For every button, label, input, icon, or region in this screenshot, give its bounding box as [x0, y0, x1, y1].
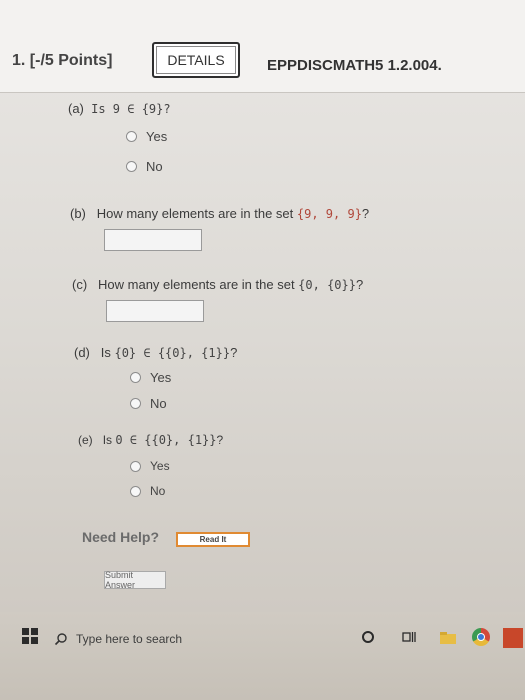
- windows-start-icon[interactable]: [22, 628, 38, 644]
- office-app-icon[interactable]: [503, 628, 523, 648]
- search-icon: [54, 633, 67, 646]
- chrome-icon[interactable]: [472, 628, 490, 646]
- part-d-question: (d) Is {0} ∈ {{0}, {1}}?: [74, 345, 238, 360]
- part-e-option-yes[interactable]: Yes: [130, 459, 170, 473]
- part-e-option-no[interactable]: No: [130, 484, 165, 498]
- part-b-answer-input[interactable]: [104, 229, 202, 251]
- need-help-label: Need Help?: [82, 529, 160, 545]
- part-a-option-no[interactable]: No: [126, 159, 163, 174]
- submit-answer-button[interactable]: Submit Answer: [104, 570, 166, 590]
- read-it-button[interactable]: Read It: [176, 532, 250, 547]
- task-view-icon[interactable]: [402, 631, 416, 643]
- part-d-option-no[interactable]: No: [130, 396, 167, 411]
- part-e-question: (e) Is 0 ∈ {{0}, {1}}?: [78, 433, 224, 447]
- radio-button[interactable]: [126, 161, 137, 172]
- part-d-option-yes[interactable]: Yes: [130, 370, 171, 385]
- cortana-icon[interactable]: [362, 631, 374, 643]
- radio-button[interactable]: [126, 131, 137, 142]
- part-a-question: (a) Is 9 ∈ {9}?: [68, 101, 171, 116]
- file-explorer-icon[interactable]: [440, 632, 456, 644]
- question-number: 1. [-/5 Points]: [12, 52, 113, 69]
- radio-button[interactable]: [130, 485, 141, 497]
- part-b-question: (b) How many elements are in the set {9,…: [70, 206, 370, 221]
- problem-code: EPPDISCMATH5 1.2.004.: [267, 57, 442, 74]
- radio-button[interactable]: [130, 398, 141, 409]
- part-a-option-yes[interactable]: Yes: [126, 129, 167, 144]
- part-c-answer-input[interactable]: [106, 300, 204, 322]
- question-page: 1. [-/5 Points] DETAILS EPPDISCMATH5 1.2…: [0, 0, 525, 612]
- taskbar-search[interactable]: [54, 626, 304, 652]
- details-button[interactable]: DETAILS: [152, 42, 240, 78]
- question-header: 1. [-/5 Points] DETAILS EPPDISCMATH5 1.2…: [0, 0, 525, 93]
- radio-button[interactable]: [130, 372, 141, 383]
- part-c-question: (c) How many elements are in the set {0,…: [72, 277, 364, 292]
- taskbar-search-input[interactable]: [74, 631, 298, 647]
- radio-button[interactable]: [130, 460, 141, 472]
